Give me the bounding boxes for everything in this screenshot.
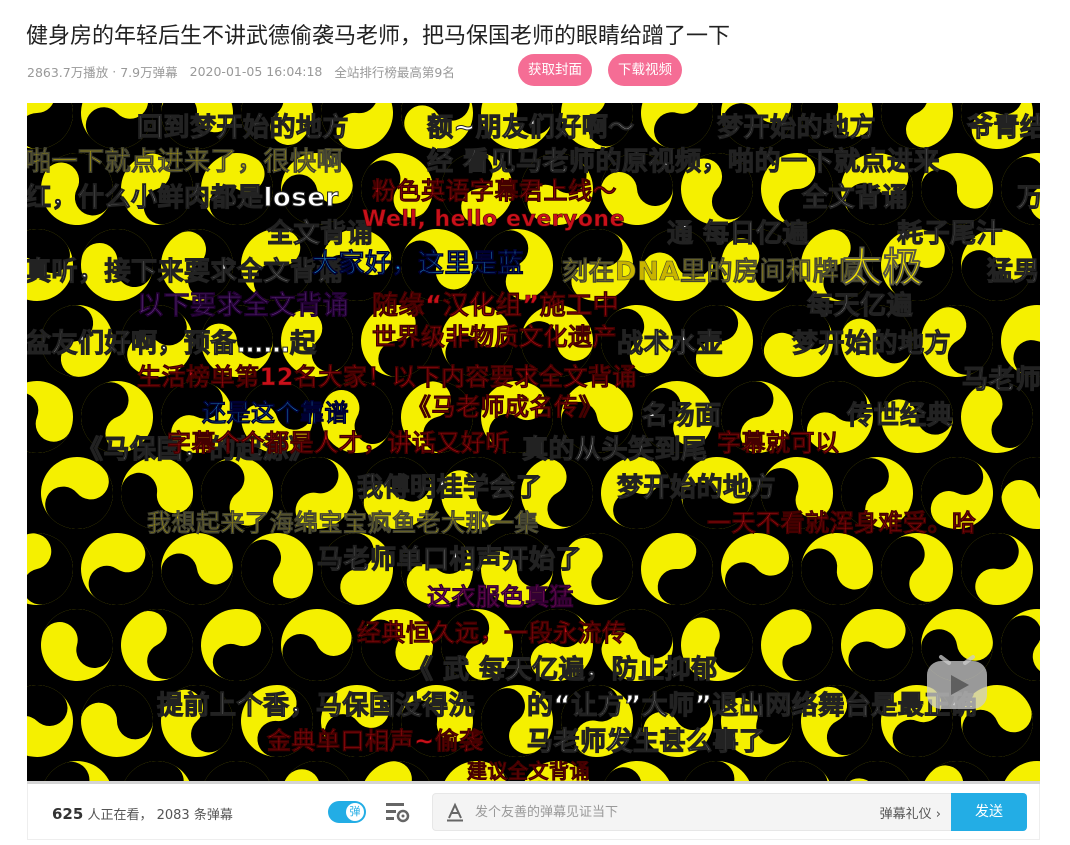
danmaku-comment: 万 (1017, 183, 1040, 214)
danmaku-comment: 回到梦开始的地方 (136, 113, 350, 144)
danmaku-comment: 字幕个个都是人才，讲话又好听 (167, 429, 510, 458)
danmaku-comment: 我想起来了海绵宝宝疯鱼老大那一集 (147, 509, 539, 538)
play-count: 2863.7万播放 (27, 65, 109, 80)
danmaku-comment: 盆友们好啊，预备……起 (27, 329, 317, 360)
danmaku-comment: 红，什么小鲜肉都是loser (27, 183, 339, 214)
danmaku-comment: 战术水壶 (616, 329, 724, 360)
meta-separator: · (112, 64, 117, 79)
danmaku-comment: 这衣服色真猛 (427, 583, 574, 612)
danmaku-comment: 传世经典 (846, 401, 954, 432)
danmaku-comment: 真的从头笑到尾 (522, 435, 708, 466)
danmaku-comment: 一天不看就浑身难受。哈 (707, 509, 977, 538)
danmaku-comment: 真听，接下来要求全文背诵 (27, 257, 344, 288)
danmaku-comment: 粉色英语字幕君上线～ (372, 177, 617, 206)
danmaku-comment: 名场面 (642, 401, 722, 432)
danmaku-settings-icon[interactable] (384, 800, 412, 824)
danmaku-comment: 啪一下就点进来了，很快啊 (27, 147, 344, 178)
danmaku-comment: 刻在DNA里的房间和牌匾 (562, 257, 866, 288)
danmaku-comment: 爷青结 (967, 113, 1040, 144)
video-player[interactable]: 回到梦开始的地方 额~朋友们好啊～ 梦开始的地方 爷青结 啪一下就点进来了，很快啊经 看… (27, 103, 1040, 783)
danmaku-comment: 梦开始的地方 (791, 329, 952, 360)
danmaku-comment: 猛男 (986, 257, 1040, 288)
danmaku-input-wrapper: 弹幕礼仪 › (432, 793, 952, 831)
danmaku-comment: 提前上个香，马保国没得洗 (156, 691, 476, 722)
danmaku-send-bar: 625 人正在看， 2083 条弹幕 弹 弹幕礼仪 › 发送 (27, 784, 1040, 840)
danmaku-comment: 《 武 每天亿遍，防止抑郁 (407, 655, 718, 686)
danmaku-comment: 以下要求全文背诵 (137, 291, 350, 322)
danmaku-comment: 梦开始的地方 (716, 113, 877, 144)
viewer-label: 人正在看， (87, 808, 153, 823)
video-meta: 2863.7万播放 · 7.9万弹幕 2020-01-05 16:04:18 全… (27, 62, 459, 81)
danmaku-comment: 建议全文背诵 (467, 759, 590, 783)
danmaku-comment: Well, hello everyone (362, 207, 626, 233)
danmaku-toggle[interactable]: 弹 (328, 801, 366, 823)
video-title: 健身房的年轻后生不讲武德偷袭马老师，把马保国老师的眼睛给蹭了一下 (26, 24, 731, 49)
text-style-icon[interactable] (445, 802, 465, 822)
danmaku-count: 7.9万弹幕 (120, 65, 178, 80)
danmaku-comment: 大家好，这里是蓝 (312, 249, 525, 280)
ranking-info: 全站排行榜最高第9名 (334, 65, 455, 80)
danmaku-total: 2083 条弹幕 (156, 808, 233, 823)
danmaku-comment: 世界级非物质文化遗产 (372, 323, 617, 352)
danmaku-comment: 金典单口相声~偷袭 (267, 727, 484, 756)
danmaku-comment: 字幕就可以 (717, 429, 840, 458)
danmaku-comment: 梦开始的地方 (616, 473, 777, 504)
danmaku-etiquette-link[interactable]: 弹幕礼仪 › (880, 803, 941, 822)
danmaku-comment: 马老师发生甚么事了 (527, 727, 766, 758)
danmaku-input[interactable] (475, 794, 815, 830)
danmaku-comment: 的“让方”大师”退出网络舞台是最正确 (526, 691, 978, 722)
danmaku-comment: 额~朋友们好啊～ (427, 113, 635, 144)
send-button[interactable]: 发送 (951, 793, 1027, 831)
danmaku-comment: 马老师单口相声开始了 (316, 545, 583, 576)
danmaku-comment: 马老师 (962, 365, 1040, 396)
danmaku-comment: 我傅明桂学会了 (357, 473, 543, 504)
get-cover-button[interactable]: 获取封面 (518, 54, 592, 86)
danmaku-comment: 全文背诵 (801, 183, 909, 214)
viewer-count: 625 (52, 805, 84, 823)
viewer-stats: 625 人正在看， 2083 条弹幕 (52, 804, 233, 823)
danmaku-comment: 《马老师成名传》 (407, 393, 603, 422)
danmaku-comment: 通 每日亿遍 (666, 219, 810, 250)
play-icon[interactable] (923, 649, 991, 717)
danmaku-toggle-knob: 弹 (346, 803, 364, 821)
danmaku-comment: 每天亿遍 (806, 291, 914, 322)
danmaku-comment: 经典恒久远，一段永流传 (357, 619, 627, 648)
download-video-button[interactable]: 下载视频 (608, 54, 682, 86)
publish-datetime: 2020-01-05 16:04:18 (189, 64, 323, 79)
